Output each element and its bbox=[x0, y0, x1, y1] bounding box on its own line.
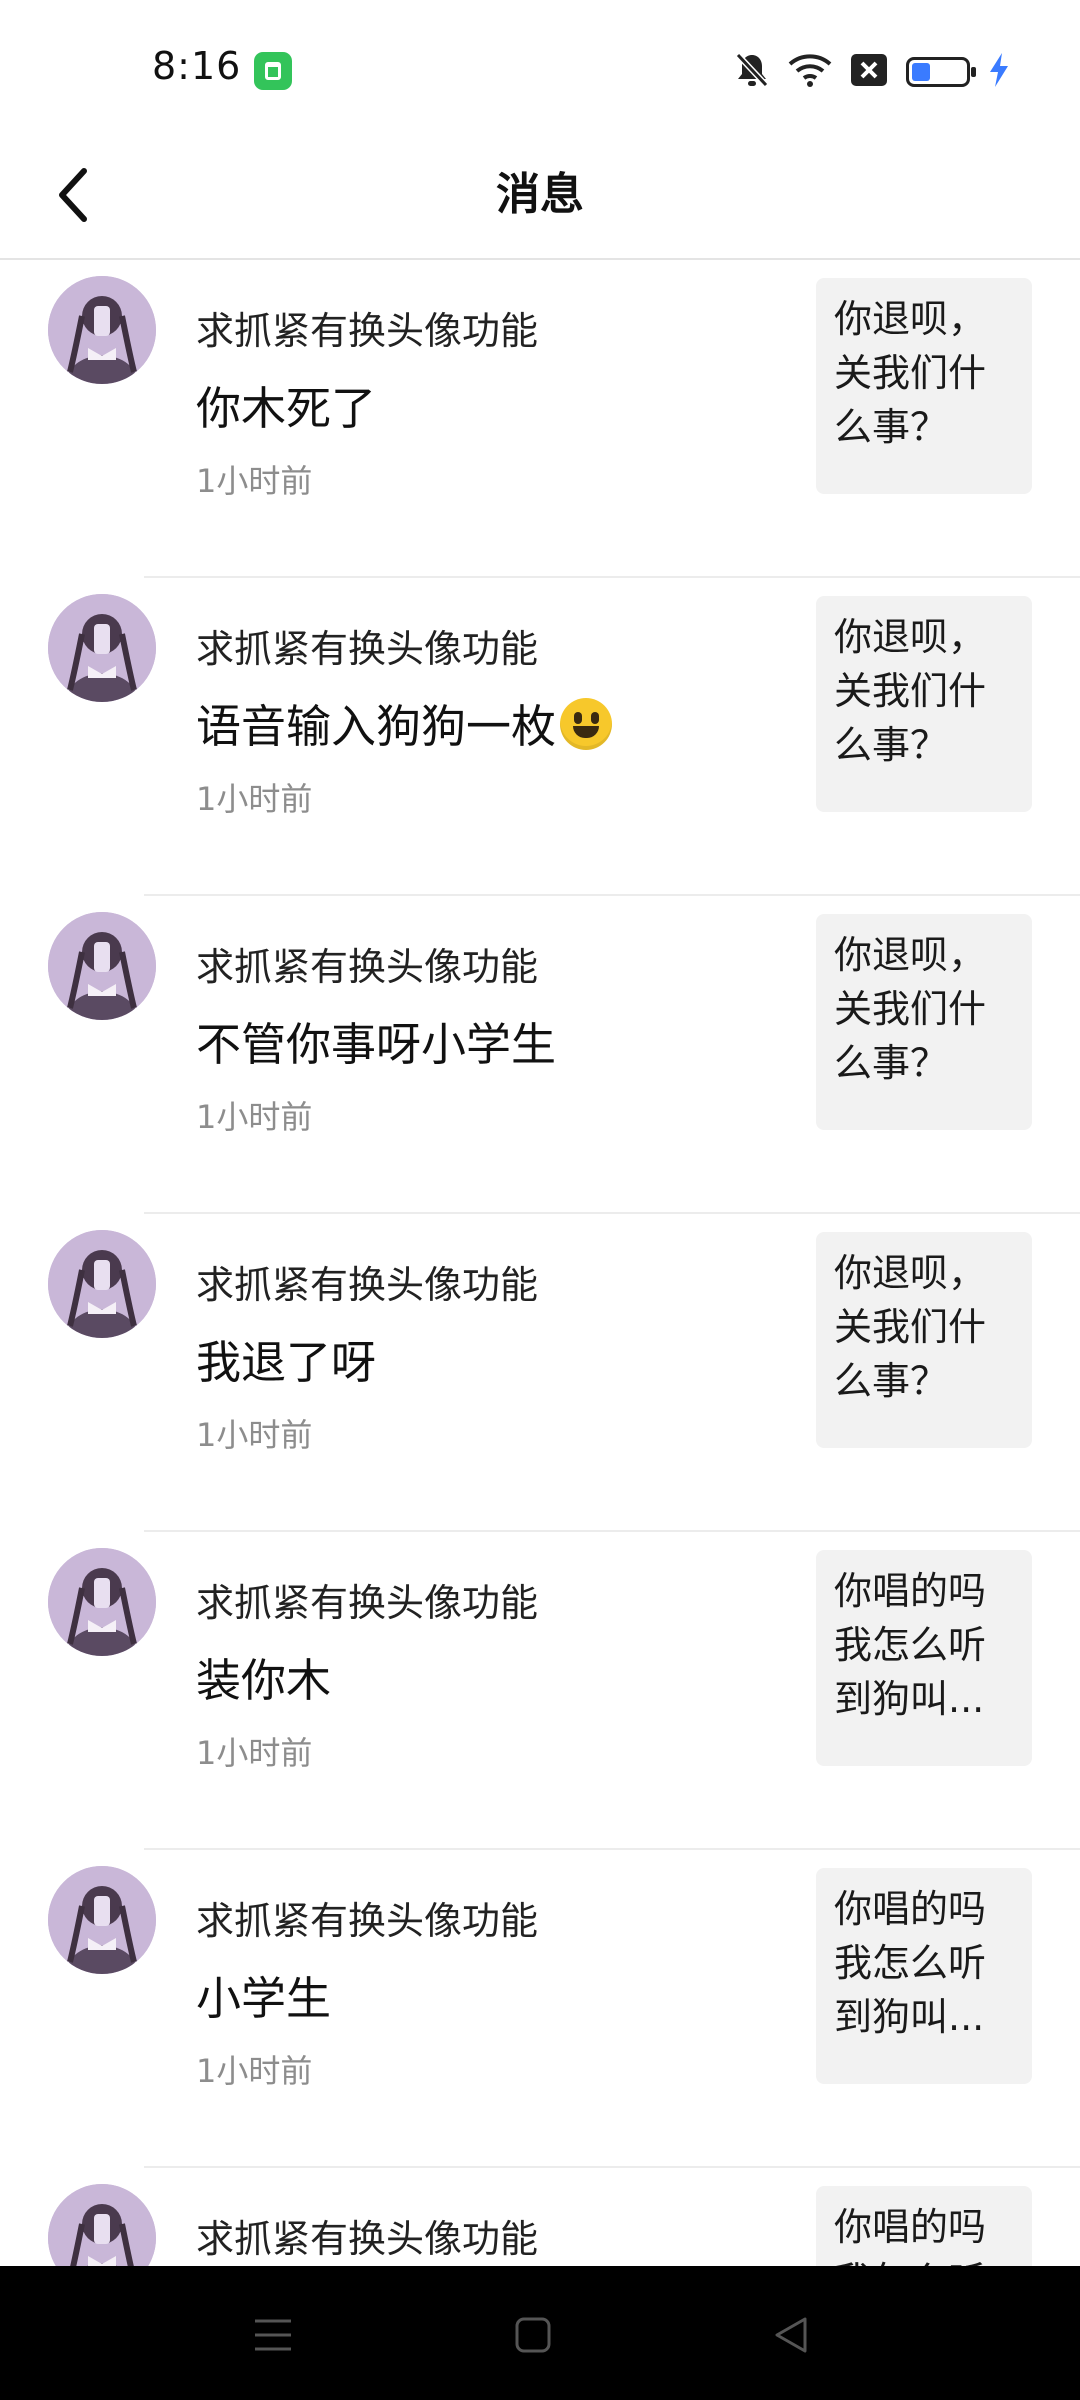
home-button[interactable] bbox=[508, 2310, 558, 2360]
battery-icon bbox=[906, 57, 976, 87]
message-content: 不管你事呀小学生 bbox=[196, 1018, 557, 1071]
username: 求抓紧有换头像功能 bbox=[196, 2217, 539, 2261]
message-time: 1小时前 bbox=[196, 780, 313, 818]
avatar[interactable] bbox=[48, 594, 156, 702]
message-content: 小学生 bbox=[196, 1972, 332, 2025]
post-preview[interactable]: 你退呗，关我们什么事？ bbox=[816, 278, 1032, 494]
x-box-icon bbox=[850, 53, 888, 91]
username: 求抓紧有换头像功能 bbox=[196, 1581, 539, 1625]
message-item[interactable]: 求抓紧有换头像功能 语音输入狗狗一枚 1小时前 你退呗，关我们什么事？ bbox=[0, 578, 1080, 896]
username: 求抓紧有换头像功能 bbox=[196, 309, 539, 353]
message-time: 1小时前 bbox=[196, 1734, 313, 1772]
back-nav-button[interactable] bbox=[766, 2310, 816, 2360]
back-triangle-icon bbox=[775, 2317, 807, 2353]
message-item[interactable]: 求抓紧有换头像功能 你唱的吗我怎么听到狗叫... bbox=[0, 2168, 1080, 2266]
message-time: 1小时前 bbox=[196, 2052, 313, 2090]
post-preview[interactable]: 你退呗，关我们什么事？ bbox=[816, 1232, 1032, 1448]
post-preview[interactable]: 你唱的吗我怎么听到狗叫... bbox=[816, 1550, 1032, 1766]
charging-bolt-icon bbox=[988, 52, 1010, 92]
smiley-emoji bbox=[560, 698, 613, 750]
message-item[interactable]: 求抓紧有换头像功能 不管你事呀小学生 1小时前 你退呗，关我们什么事？ bbox=[0, 896, 1080, 1214]
post-preview[interactable]: 你退呗，关我们什么事？ bbox=[816, 596, 1032, 812]
username: 求抓紧有换头像功能 bbox=[196, 945, 539, 989]
message-content: 装你木 bbox=[196, 1654, 332, 1707]
avatar[interactable] bbox=[48, 1230, 156, 1338]
message-item[interactable]: 求抓紧有换头像功能 小学生 1小时前 你唱的吗我怎么听到狗叫... bbox=[0, 1850, 1080, 2168]
message-item[interactable]: 求抓紧有换头像功能 我退了呀 1小时前 你退呗，关我们什么事？ bbox=[0, 1214, 1080, 1532]
avatar[interactable] bbox=[48, 912, 156, 1020]
system-nav-bar bbox=[0, 2266, 1080, 2400]
menu-button[interactable] bbox=[248, 2310, 298, 2360]
header: 消息 bbox=[0, 130, 1080, 260]
wifi-icon bbox=[788, 52, 832, 92]
avatar[interactable] bbox=[48, 1548, 156, 1656]
username: 求抓紧有换头像功能 bbox=[196, 1899, 539, 1943]
app-notification-icon bbox=[254, 52, 292, 90]
bell-muted-icon bbox=[734, 51, 770, 93]
message-content: 语音输入狗狗一枚 bbox=[196, 690, 613, 755]
username: 求抓紧有换头像功能 bbox=[196, 627, 539, 671]
message-time: 1小时前 bbox=[196, 1098, 313, 1136]
message-item[interactable]: 求抓紧有换头像功能 装你木 1小时前 你唱的吗我怎么听到狗叫... bbox=[0, 1532, 1080, 1850]
status-icons bbox=[734, 50, 1010, 94]
message-list[interactable]: 求抓紧有换头像功能 你木死了 1小时前 你退呗，关我们什么事？ 求抓紧有换头像功… bbox=[0, 260, 1080, 2266]
message-content-text: 语音输入狗狗一枚 bbox=[196, 700, 557, 753]
post-preview[interactable]: 你唱的吗我怎么听到狗叫... bbox=[816, 2186, 1032, 2266]
username: 求抓紧有换头像功能 bbox=[196, 1263, 539, 1307]
message-content: 你木死了 bbox=[196, 382, 377, 435]
post-preview[interactable]: 你退呗，关我们什么事？ bbox=[816, 914, 1032, 1130]
status-time: 8:16 bbox=[152, 44, 242, 88]
message-time: 1小时前 bbox=[196, 462, 313, 500]
message-time: 1小时前 bbox=[196, 1416, 313, 1454]
post-preview[interactable]: 你唱的吗我怎么听到狗叫... bbox=[816, 1868, 1032, 2084]
avatar[interactable] bbox=[48, 2184, 156, 2266]
avatar[interactable] bbox=[48, 276, 156, 384]
message-item[interactable]: 求抓紧有换头像功能 你木死了 1小时前 你退呗，关我们什么事？ bbox=[0, 260, 1080, 578]
menu-icon bbox=[255, 2319, 291, 2351]
message-content: 我退了呀 bbox=[196, 1336, 377, 1389]
page-title: 消息 bbox=[496, 169, 584, 220]
home-square-icon bbox=[515, 2317, 551, 2353]
avatar[interactable] bbox=[48, 1866, 156, 1974]
status-bar: 8:16 bbox=[0, 0, 1080, 130]
